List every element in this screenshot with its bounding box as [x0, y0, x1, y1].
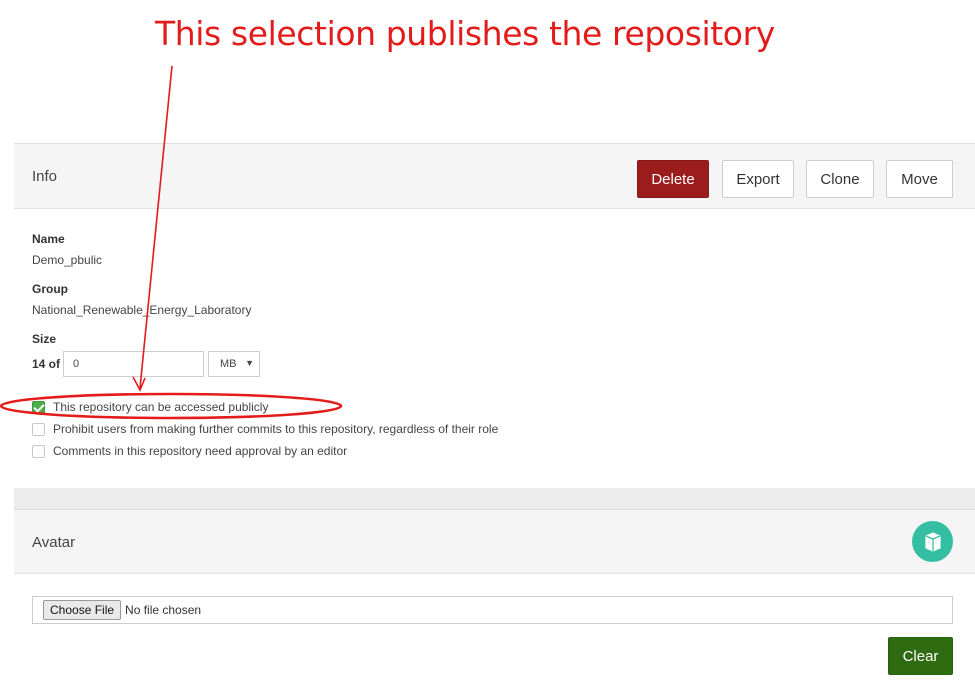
delete-button[interactable]: Delete	[637, 160, 709, 198]
comment-approval-checkbox[interactable]	[32, 444, 45, 458]
size-label: Size	[32, 332, 57, 346]
size-unit-value: MB	[220, 358, 237, 370]
caret-down-icon: ▼	[245, 358, 255, 368]
public-access-checkbox[interactable]	[32, 400, 45, 414]
size-prefix: 14 of	[32, 357, 61, 371]
comment-approval-label: Comments in this repository need approva…	[53, 444, 348, 458]
prohibit-commits-checkbox[interactable]	[32, 422, 45, 436]
size-unit-select[interactable]: MB ▼	[208, 351, 261, 377]
annotation-title: This selection publishes the repository	[155, 14, 775, 53]
info-panel: Info Delete Export Clone Move Name Demo_…	[14, 143, 975, 488]
public-access-label: This repository can be accessed publicly	[53, 400, 269, 414]
group-value: National_Renewable_Energy_Laboratory	[32, 303, 252, 317]
prohibit-commits-checkbox-row[interactable]: Prohibit users from making further commi…	[32, 421, 498, 437]
choose-file-button[interactable]: Choose File	[43, 600, 122, 620]
name-value: Demo_pbulic	[32, 253, 103, 267]
info-panel-heading: Info Delete Export Clone Move	[14, 144, 975, 209]
avatar-panel-heading: Avatar	[14, 510, 975, 574]
clone-button[interactable]: Clone	[806, 160, 874, 198]
size-input[interactable]	[63, 351, 205, 377]
comment-approval-checkbox-row[interactable]: Comments in this repository need approva…	[32, 443, 347, 459]
section-divider	[14, 488, 975, 509]
avatar-heading: Avatar	[32, 534, 76, 551]
avatar-panel: Avatar Choose File No file chosen Clear	[14, 509, 975, 696]
public-access-checkbox-row[interactable]: This repository can be accessed publicly	[32, 399, 268, 415]
move-button[interactable]: Move	[886, 160, 953, 198]
avatar-file-input[interactable]: Choose File No file chosen	[32, 596, 953, 624]
clear-button[interactable]: Clear	[888, 637, 953, 675]
export-button[interactable]: Export	[722, 160, 794, 198]
name-label: Name	[32, 232, 65, 246]
size-row: 14 of MB ▼	[32, 351, 261, 377]
group-label: Group	[32, 282, 68, 296]
prohibit-commits-label: Prohibit users from making further commi…	[53, 422, 499, 436]
no-file-text: No file chosen	[125, 603, 202, 617]
info-heading: Info	[32, 168, 58, 185]
cube-icon	[912, 521, 953, 562]
